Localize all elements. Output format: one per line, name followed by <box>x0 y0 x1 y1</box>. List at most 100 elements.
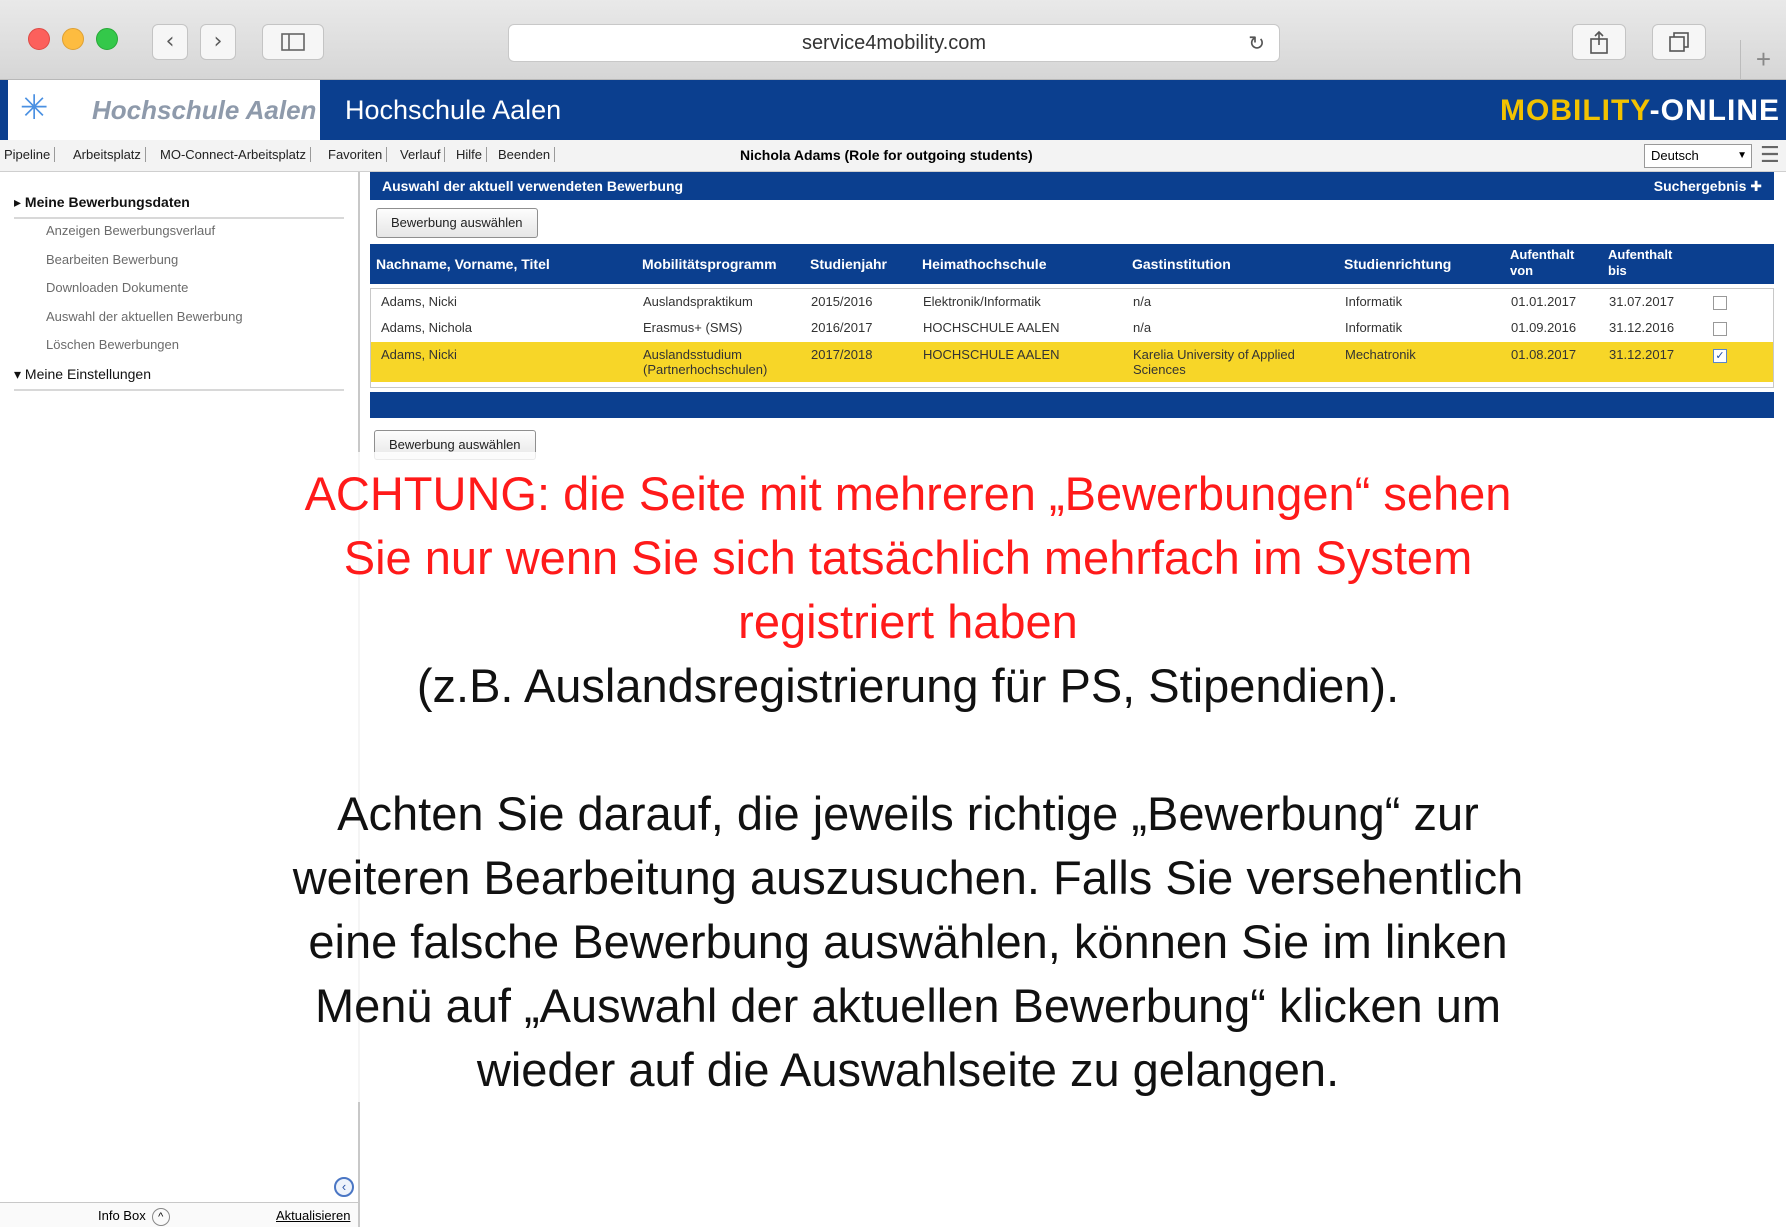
sidebar-item-verlauf[interactable]: Anzeigen Bewerbungsverlauf <box>46 223 215 238</box>
cell-host: Karelia University of Applied Sciences <box>1133 347 1295 377</box>
table-header: Nachname, Vorname, Titel Mobilitätsprogr… <box>370 244 1774 284</box>
column-header-year[interactable]: Studienjahr <box>810 256 887 272</box>
logo-text: Hochschule Aalen <box>92 95 317 125</box>
app-header: ✳ Hochschule Aalen Hochschule Aalen MOBI… <box>0 80 1786 140</box>
close-window-button[interactable] <box>28 28 50 50</box>
language-select[interactable]: Deutsch ▼ <box>1644 144 1752 168</box>
menu-beenden[interactable]: Beenden <box>498 147 556 162</box>
column-header-name[interactable]: Nachname, Vorname, Titel <box>376 256 550 272</box>
row-checkbox-checked[interactable]: ✓ <box>1713 349 1727 363</box>
address-bar[interactable]: service4mobility.com ↻ <box>508 24 1280 62</box>
cell-field: Informatik <box>1345 294 1403 309</box>
sidebar-section-einstellungen[interactable]: ▾ Meine Einstellungen <box>14 366 344 391</box>
cell-program: Auslandspraktikum <box>643 294 753 309</box>
note-line-3: eine falsche Bewerbung auswählen, können… <box>308 915 1508 968</box>
chevron-left-icon: ‹ <box>341 1179 347 1194</box>
cell-year: 2015/2016 <box>811 294 873 309</box>
cell-name: Adams, Nicki <box>381 294 457 309</box>
back-button[interactable]: ‹ <box>152 24 188 60</box>
plus-icon: + <box>1755 44 1772 74</box>
sidebar-item-dokumente[interactable]: Downloaden Dokumente <box>46 280 188 295</box>
warning-line-2: Sie nur wenn Sie sich tatsächlich mehrfa… <box>343 531 1473 584</box>
cell-field: Mechatronik <box>1345 347 1416 362</box>
info-box-toggle[interactable]: Info Box ^ <box>98 1208 170 1226</box>
column-header-home[interactable]: Heimathochschule <box>922 256 1046 272</box>
cell-to: 31.12.2016 <box>1609 320 1675 335</box>
note-line-1: Achten Sie darauf, die jeweils richtige … <box>337 787 1479 840</box>
collapse-sidebar-button[interactable]: ‹ <box>334 1177 354 1197</box>
select-application-button-top[interactable]: Bewerbung auswählen <box>376 208 538 238</box>
table-row-selected[interactable]: Adams, Nicki Auslandsstudium (Partnerhoc… <box>371 342 1773 382</box>
column-header-field[interactable]: Studienrichtung <box>1344 256 1451 272</box>
cell-home: HOCHSCHULE AALEN <box>923 347 1060 362</box>
share-button[interactable] <box>1572 24 1626 60</box>
new-tab-button[interactable]: + <box>1740 40 1786 80</box>
tabs-overview-button[interactable] <box>1652 24 1706 60</box>
sidebar-section-bewerbungsdaten[interactable]: ▸ Meine Bewerbungsdaten <box>14 194 344 219</box>
column-header-to[interactable]: Aufenthalt bis <box>1608 247 1672 279</box>
checkmark-icon: ✓ <box>1715 350 1725 362</box>
note-line-2: weiteren Bearbeitung auszusuchen. Falls … <box>292 851 1524 904</box>
section-title: Auswahl der aktuell verwendeten Bewerbun… <box>382 178 684 194</box>
row-checkbox[interactable] <box>1713 296 1727 310</box>
cell-from: 01.09.2016 <box>1511 320 1577 335</box>
cell-field: Informatik <box>1345 320 1403 335</box>
refresh-link[interactable]: Aktualisieren <box>276 1208 350 1223</box>
cell-year: 2016/2017 <box>811 320 873 335</box>
cell-home: Elektronik/Informatik <box>923 294 1041 309</box>
sidebar-item-bearbeiten[interactable]: Bearbeiten Bewerbung <box>46 252 178 267</box>
applications-table: Adams, Nicki Auslandspraktikum 2015/2016… <box>370 288 1774 388</box>
sidebar-item-loeschen[interactable]: Löschen Bewerbungen <box>46 337 179 352</box>
annotation-overlay: ACHTUNG: die Seite mit mehreren „Bewerbu… <box>178 452 1638 1102</box>
menu-arbeitsplatz[interactable]: Arbeitsplatz <box>73 147 146 162</box>
star-logo-icon: ✳ <box>20 89 49 127</box>
column-header-program[interactable]: Mobilitätsprogramm <box>642 256 777 272</box>
column-header-host[interactable]: Gastinstitution <box>1132 256 1231 272</box>
cell-from: 01.01.2017 <box>1511 294 1577 309</box>
zoom-window-button[interactable] <box>96 28 118 50</box>
row-checkbox[interactable] <box>1713 322 1727 336</box>
cell-program: Auslandsstudium (Partnerhochschulen) <box>643 347 768 377</box>
warning-line-3: registriert haben <box>738 595 1078 648</box>
column-header-from[interactable]: Aufenthalt von <box>1510 247 1574 279</box>
example-line: (z.B. Auslandsregistrierung für PS, Stip… <box>416 659 1400 712</box>
cell-name: Adams, Nicki <box>381 347 457 362</box>
sidebar-toggle-button[interactable] <box>262 24 324 60</box>
note-line-4: Menü auf „Auswahl der aktuellen Bewerbun… <box>314 979 1502 1032</box>
menu-bar: Pipeline Arbeitsplatz MO-Connect-Arbeits… <box>0 140 1786 172</box>
minimize-window-button[interactable] <box>62 28 84 50</box>
cell-year: 2017/2018 <box>811 347 873 362</box>
browser-toolbar: ‹ › service4mobility.com ↻ + <box>0 0 1786 80</box>
cell-to: 31.07.2017 <box>1609 294 1675 309</box>
search-result-link[interactable]: Suchergebnis ✚ <box>1654 178 1762 195</box>
url-text: service4mobility.com <box>801 32 987 54</box>
cell-to: 31.12.2017 <box>1609 347 1675 362</box>
menu-icon[interactable]: ☰ <box>1760 144 1780 166</box>
chevron-left-icon: ‹ <box>165 29 175 54</box>
cell-from: 01.08.2017 <box>1511 347 1577 362</box>
cell-host: n/a <box>1133 294 1152 309</box>
reload-icon[interactable]: ↻ <box>1248 25 1265 61</box>
chevron-right-icon: › <box>213 29 223 54</box>
plus-icon: ✚ <box>1750 178 1762 194</box>
section-header: Auswahl der aktuell verwendeten Bewerbun… <box>370 172 1774 200</box>
menu-verlauf[interactable]: Verlauf <box>400 147 446 162</box>
share-icon <box>1590 30 1608 54</box>
menu-pipeline[interactable]: Pipeline <box>4 147 56 162</box>
sidebar-footer: Info Box ^ Aktualisieren <box>0 1202 358 1227</box>
sidebar-icon <box>281 33 305 51</box>
forward-button[interactable]: › <box>200 24 236 60</box>
sidebar-item-auswahl[interactable]: Auswahl der aktuellen Bewerbung <box>46 309 243 324</box>
logo[interactable]: ✳ Hochschule Aalen <box>8 80 320 140</box>
table-row[interactable]: Adams, Nicki Auslandspraktikum 2015/2016… <box>371 289 1773 315</box>
current-user-role: Nichola Adams (Role for outgoing student… <box>740 147 1033 163</box>
menu-hilfe[interactable]: Hilfe <box>456 147 488 162</box>
menu-mo-connect[interactable]: MO-Connect-Arbeitsplatz <box>160 147 311 162</box>
table-footer-bar <box>370 392 1774 418</box>
table-row[interactable]: Adams, Nichola Erasmus+ (SMS) 2016/2017 … <box>371 315 1773 341</box>
cell-program: Erasmus+ (SMS) <box>643 320 743 335</box>
chevron-up-icon: ^ <box>151 1208 170 1226</box>
note-line-5: wieder auf die Auswahlseite zu gelangen. <box>476 1043 1340 1096</box>
cell-name: Adams, Nichola <box>381 320 473 335</box>
menu-favoriten[interactable]: Favoriten <box>328 147 388 162</box>
